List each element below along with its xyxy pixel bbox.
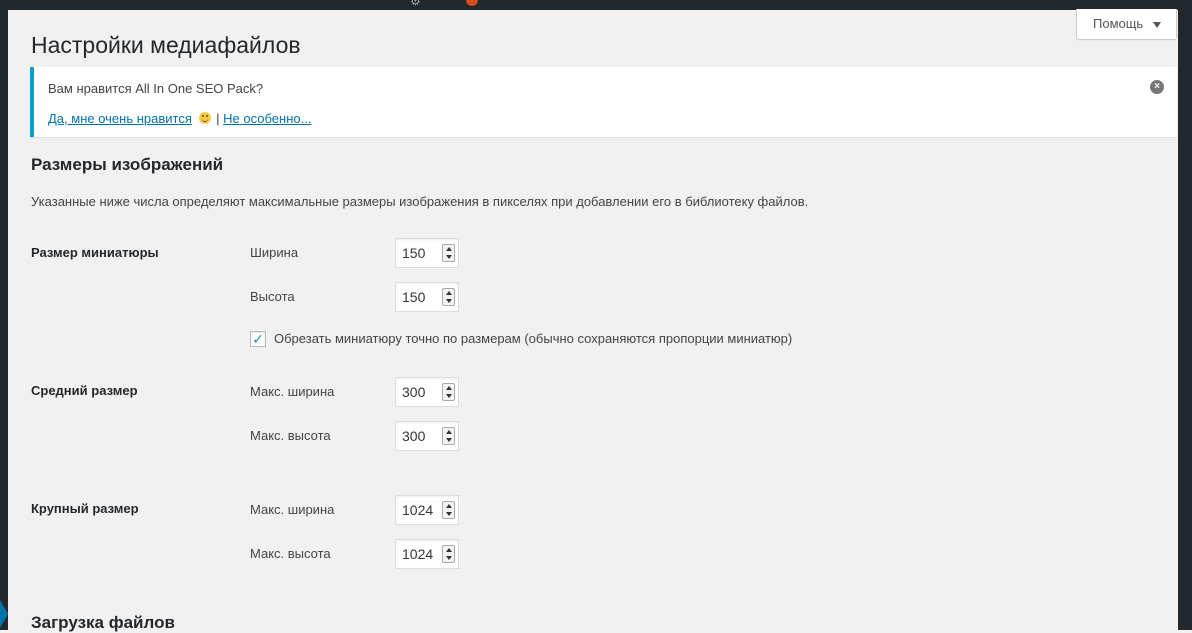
gear-icon[interactable]: ⚙	[410, 0, 424, 9]
current-menu-arrow-icon	[0, 600, 8, 628]
spinner-arrows-icon[interactable]	[442, 545, 455, 563]
thumbnail-width-input[interactable]: 150	[395, 238, 459, 268]
notice-links: Да, мне очень нравится | Не особенно...	[48, 111, 311, 126]
thumbnail-height-value: 150	[402, 289, 426, 305]
spinner-arrows-icon[interactable]	[442, 501, 455, 519]
caret-down-icon	[1153, 22, 1161, 28]
large-height-label: Макс. высота	[250, 546, 331, 561]
page-title: Настройки медиафайлов	[31, 32, 301, 58]
checkmark-icon: ✓	[252, 331, 264, 347]
admin-sidebar-edge	[0, 10, 8, 630]
crop-thumbnail-label[interactable]: Обрезать миниатюру точно по размерам (об…	[274, 331, 792, 346]
medium-height-value: 300	[402, 428, 426, 444]
spinner-arrows-icon[interactable]	[442, 244, 455, 262]
plugin-review-notice: Вам нравится All In One SEO Pack? Да, мн…	[30, 67, 1177, 137]
admin-top-bar: ⚙	[0, 0, 1192, 10]
link-separator: |	[216, 111, 220, 126]
thumbnail-height-input[interactable]: 150	[395, 282, 459, 312]
large-height-value: 1024	[402, 546, 434, 562]
large-width-input[interactable]: 1024	[395, 495, 459, 525]
thumbnail-width-label: Ширина	[250, 245, 299, 260]
medium-height-label: Макс. высота	[250, 428, 331, 443]
thumbnail-size-label: Размер миниатюры	[31, 245, 159, 260]
large-size-label: Крупный размер	[31, 501, 139, 516]
spinner-arrows-icon[interactable]	[442, 383, 455, 401]
help-tab-button[interactable]: Помощь	[1076, 9, 1177, 40]
smiley-icon	[198, 112, 211, 124]
uploads-heading: Загрузка файлов	[31, 613, 175, 632]
thumbnail-width-value: 150	[402, 245, 426, 261]
image-sizes-description: Указанные ниже числа определяют максимал…	[31, 194, 809, 209]
help-label: Помощь	[1093, 16, 1144, 31]
large-width-label: Макс. ширина	[250, 502, 335, 517]
yes-link[interactable]: Да, мне очень нравится	[48, 111, 192, 126]
thumbnail-height-label: Высота	[250, 289, 295, 304]
medium-width-label: Макс. ширина	[250, 384, 335, 399]
crop-thumbnail-checkbox[interactable]: ✓	[250, 331, 266, 347]
medium-width-value: 300	[402, 384, 426, 400]
medium-size-label: Средний размер	[31, 383, 138, 398]
spinner-arrows-icon[interactable]	[442, 427, 455, 445]
large-width-value: 1024	[402, 502, 434, 518]
window-right-edge	[1178, 10, 1192, 630]
no-link[interactable]: Не особенно...	[223, 111, 311, 126]
notification-icon[interactable]	[466, 0, 478, 6]
spinner-arrows-icon[interactable]	[442, 288, 455, 306]
dismiss-icon[interactable]: ×	[1150, 80, 1164, 94]
medium-width-input[interactable]: 300	[395, 377, 459, 407]
notice-question: Вам нравится All In One SEO Pack?	[48, 81, 264, 96]
medium-height-input[interactable]: 300	[395, 421, 459, 451]
large-height-input[interactable]: 1024	[395, 539, 459, 569]
image-sizes-heading: Размеры изображений	[31, 155, 224, 174]
